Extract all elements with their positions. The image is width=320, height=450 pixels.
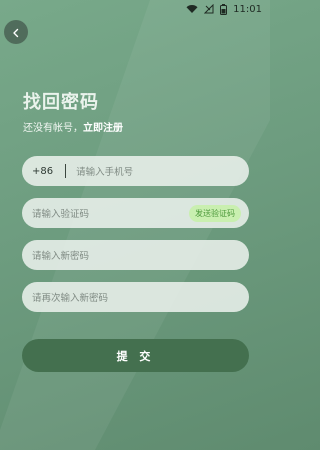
phone-placeholder: 请输入手机号	[76, 167, 134, 178]
confirm-password-field[interactable]: 请再次输入新密码	[22, 282, 249, 312]
status-bar: 11:01	[0, 0, 270, 18]
battery-icon	[220, 3, 228, 15]
country-code[interactable]: +86	[32, 166, 53, 177]
back-button[interactable]	[4, 20, 28, 44]
page-title: 找回密码	[23, 92, 99, 113]
new-password-placeholder: 请输入新密码	[32, 251, 90, 262]
wifi-icon	[186, 4, 198, 14]
register-prompt-text: 还没有帐号，	[23, 123, 83, 134]
register-prompt: 还没有帐号，立即注册	[23, 119, 123, 134]
status-time: 11:01	[233, 3, 262, 15]
back-arrow-icon	[11, 23, 21, 42]
submit-button[interactable]: 提 交	[22, 339, 249, 372]
signal-off-icon	[204, 4, 214, 14]
field-divider	[65, 164, 67, 178]
register-link[interactable]: 立即注册	[83, 123, 123, 134]
phone-field[interactable]: +86 请输入手机号	[22, 156, 249, 186]
code-field[interactable]: 请输入验证码 发送验证码	[22, 198, 249, 228]
send-code-button[interactable]: 发送验证码	[189, 205, 241, 222]
new-password-field[interactable]: 请输入新密码	[22, 240, 249, 270]
code-placeholder: 请输入验证码	[32, 209, 90, 220]
confirm-password-placeholder: 请再次输入新密码	[32, 293, 109, 304]
